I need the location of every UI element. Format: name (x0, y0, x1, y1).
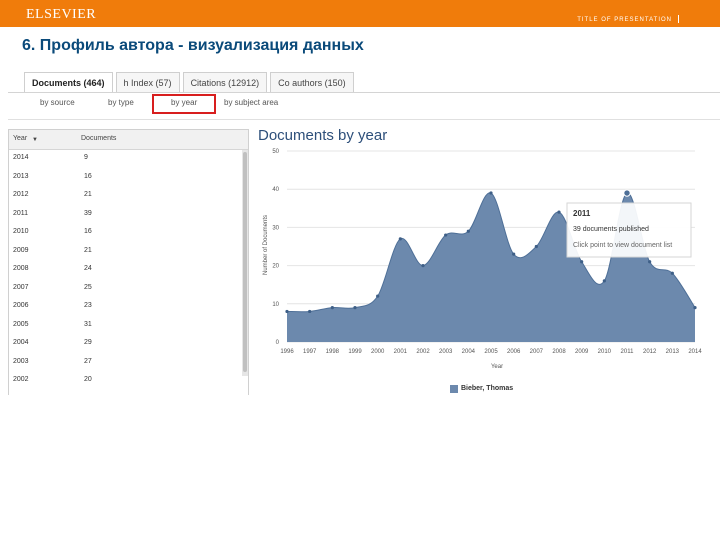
y-tick-label: 50 (272, 149, 279, 155)
x-tick-label: 2008 (552, 349, 566, 355)
x-tick-label: 1997 (303, 349, 317, 355)
data-point[interactable] (466, 229, 470, 233)
data-point[interactable] (670, 271, 674, 275)
tooltip-hint: Click point to view document list (573, 242, 673, 249)
x-tick-label: 2013 (666, 349, 680, 355)
x-tick-label: 2005 (484, 349, 498, 355)
data-point[interactable] (623, 189, 631, 197)
x-tick-label: 2014 (688, 349, 702, 355)
y-axis-label: Number of Documents (263, 215, 269, 275)
x-tick-label: 2000 (371, 349, 385, 355)
data-point[interactable] (330, 306, 334, 310)
tooltip-count: 39 documents published (573, 226, 649, 233)
data-point[interactable] (557, 210, 561, 214)
x-tick-label: 2007 (530, 349, 544, 355)
data-point[interactable] (285, 309, 289, 314)
x-tick-label: 2009 (575, 349, 589, 355)
legend-swatch (450, 385, 458, 393)
y-tick-label: 0 (276, 340, 280, 346)
y-tick-label: 20 (272, 264, 279, 270)
x-tick-label: 2012 (643, 349, 657, 355)
data-point[interactable] (489, 191, 493, 195)
x-tick-label: 2004 (462, 349, 476, 355)
legend-label[interactable]: Bieber, Thomas (461, 385, 513, 393)
tooltip-year: 2011 (573, 209, 591, 218)
y-tick-label: 10 (272, 302, 279, 308)
x-tick-label: 2006 (507, 349, 521, 355)
data-point[interactable] (308, 309, 312, 314)
data-point[interactable] (693, 306, 697, 310)
data-point[interactable] (444, 233, 448, 237)
data-point[interactable] (648, 260, 652, 264)
documents-by-year-chart: 0 10 20 30 40 50 1996 1997 1998 1999 2000 2001 2002… (263, 149, 702, 370)
y-tick-label: 40 (272, 187, 279, 193)
data-point[interactable] (398, 237, 402, 241)
x-tick-label: 2011 (621, 349, 635, 355)
data-point[interactable] (512, 252, 516, 256)
y-tick-label: 30 (272, 225, 279, 231)
data-point[interactable] (421, 264, 425, 268)
x-tick-label: 2002 (416, 349, 430, 355)
data-point[interactable] (376, 294, 380, 298)
x-tick-label: 2003 (439, 349, 453, 355)
data-point[interactable] (353, 306, 357, 310)
data-point[interactable] (534, 244, 538, 249)
x-tick-label: 1996 (280, 349, 294, 355)
x-tick-label: 1999 (348, 349, 362, 355)
x-tick-label: 2010 (598, 349, 612, 355)
x-tick-label: 2001 (394, 349, 408, 355)
x-tick-label: 1998 (326, 349, 340, 355)
data-point[interactable] (602, 279, 606, 283)
x-axis-label: Year (491, 364, 503, 370)
data-point[interactable] (580, 260, 584, 264)
